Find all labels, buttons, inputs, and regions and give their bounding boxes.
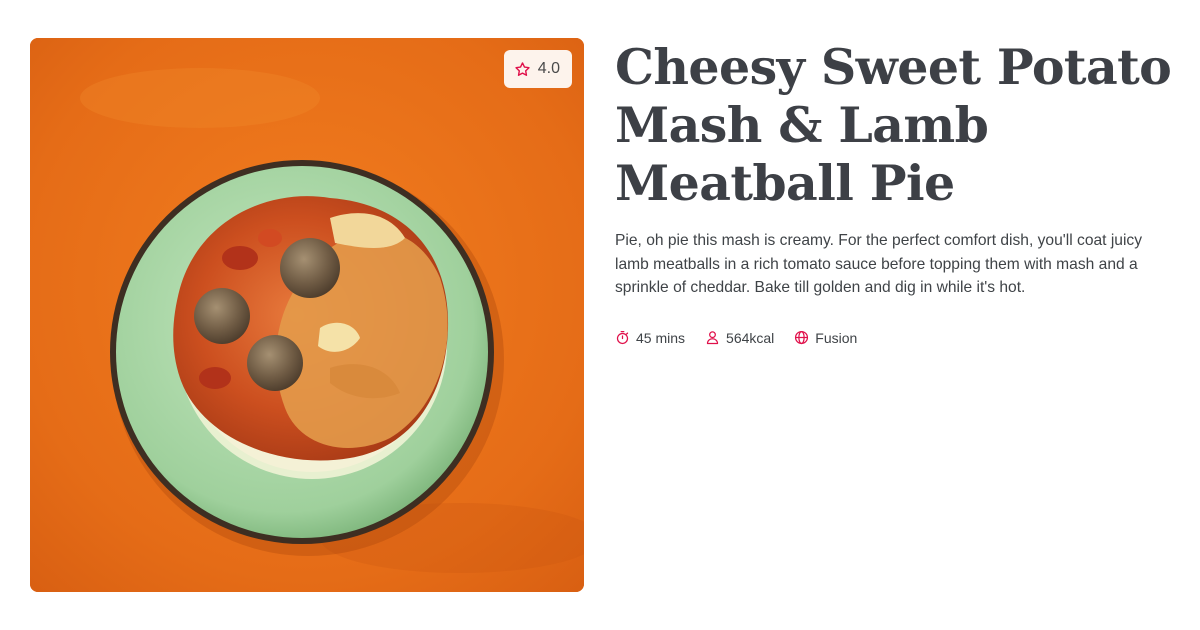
recipe-details: Cheesy Sweet Potato Mash & Lamb Meatball… <box>615 38 1175 346</box>
recipe-card: 4.0 Cheesy Sweet Potato Mash & Lamb Meat… <box>0 0 1200 630</box>
rating-badge: 4.0 <box>503 50 572 88</box>
recipe-meta: 45 mins 564kcal Fusion <box>615 330 1175 346</box>
meta-cuisine-label: Fusion <box>815 329 858 346</box>
person-icon <box>705 330 720 345</box>
rating-value: 4.0 <box>537 60 560 77</box>
meta-time: 45 mins <box>615 330 685 346</box>
timer-icon <box>615 330 630 345</box>
globe-icon <box>794 330 809 345</box>
star-icon <box>514 61 531 78</box>
recipe-photo <box>30 38 584 592</box>
recipe-image[interactable]: 4.0 <box>30 38 584 592</box>
recipe-description: Pie, oh pie this mash is creamy. For the… <box>615 232 1143 296</box>
meta-calories: 564kcal <box>705 330 774 346</box>
meta-calories-label: 564kcal <box>726 329 775 346</box>
meta-cuisine: Fusion <box>794 330 857 346</box>
meta-time-label: 45 mins <box>636 329 686 346</box>
recipe-title: Cheesy Sweet Potato Mash & Lamb Meatball… <box>615 38 1172 212</box>
